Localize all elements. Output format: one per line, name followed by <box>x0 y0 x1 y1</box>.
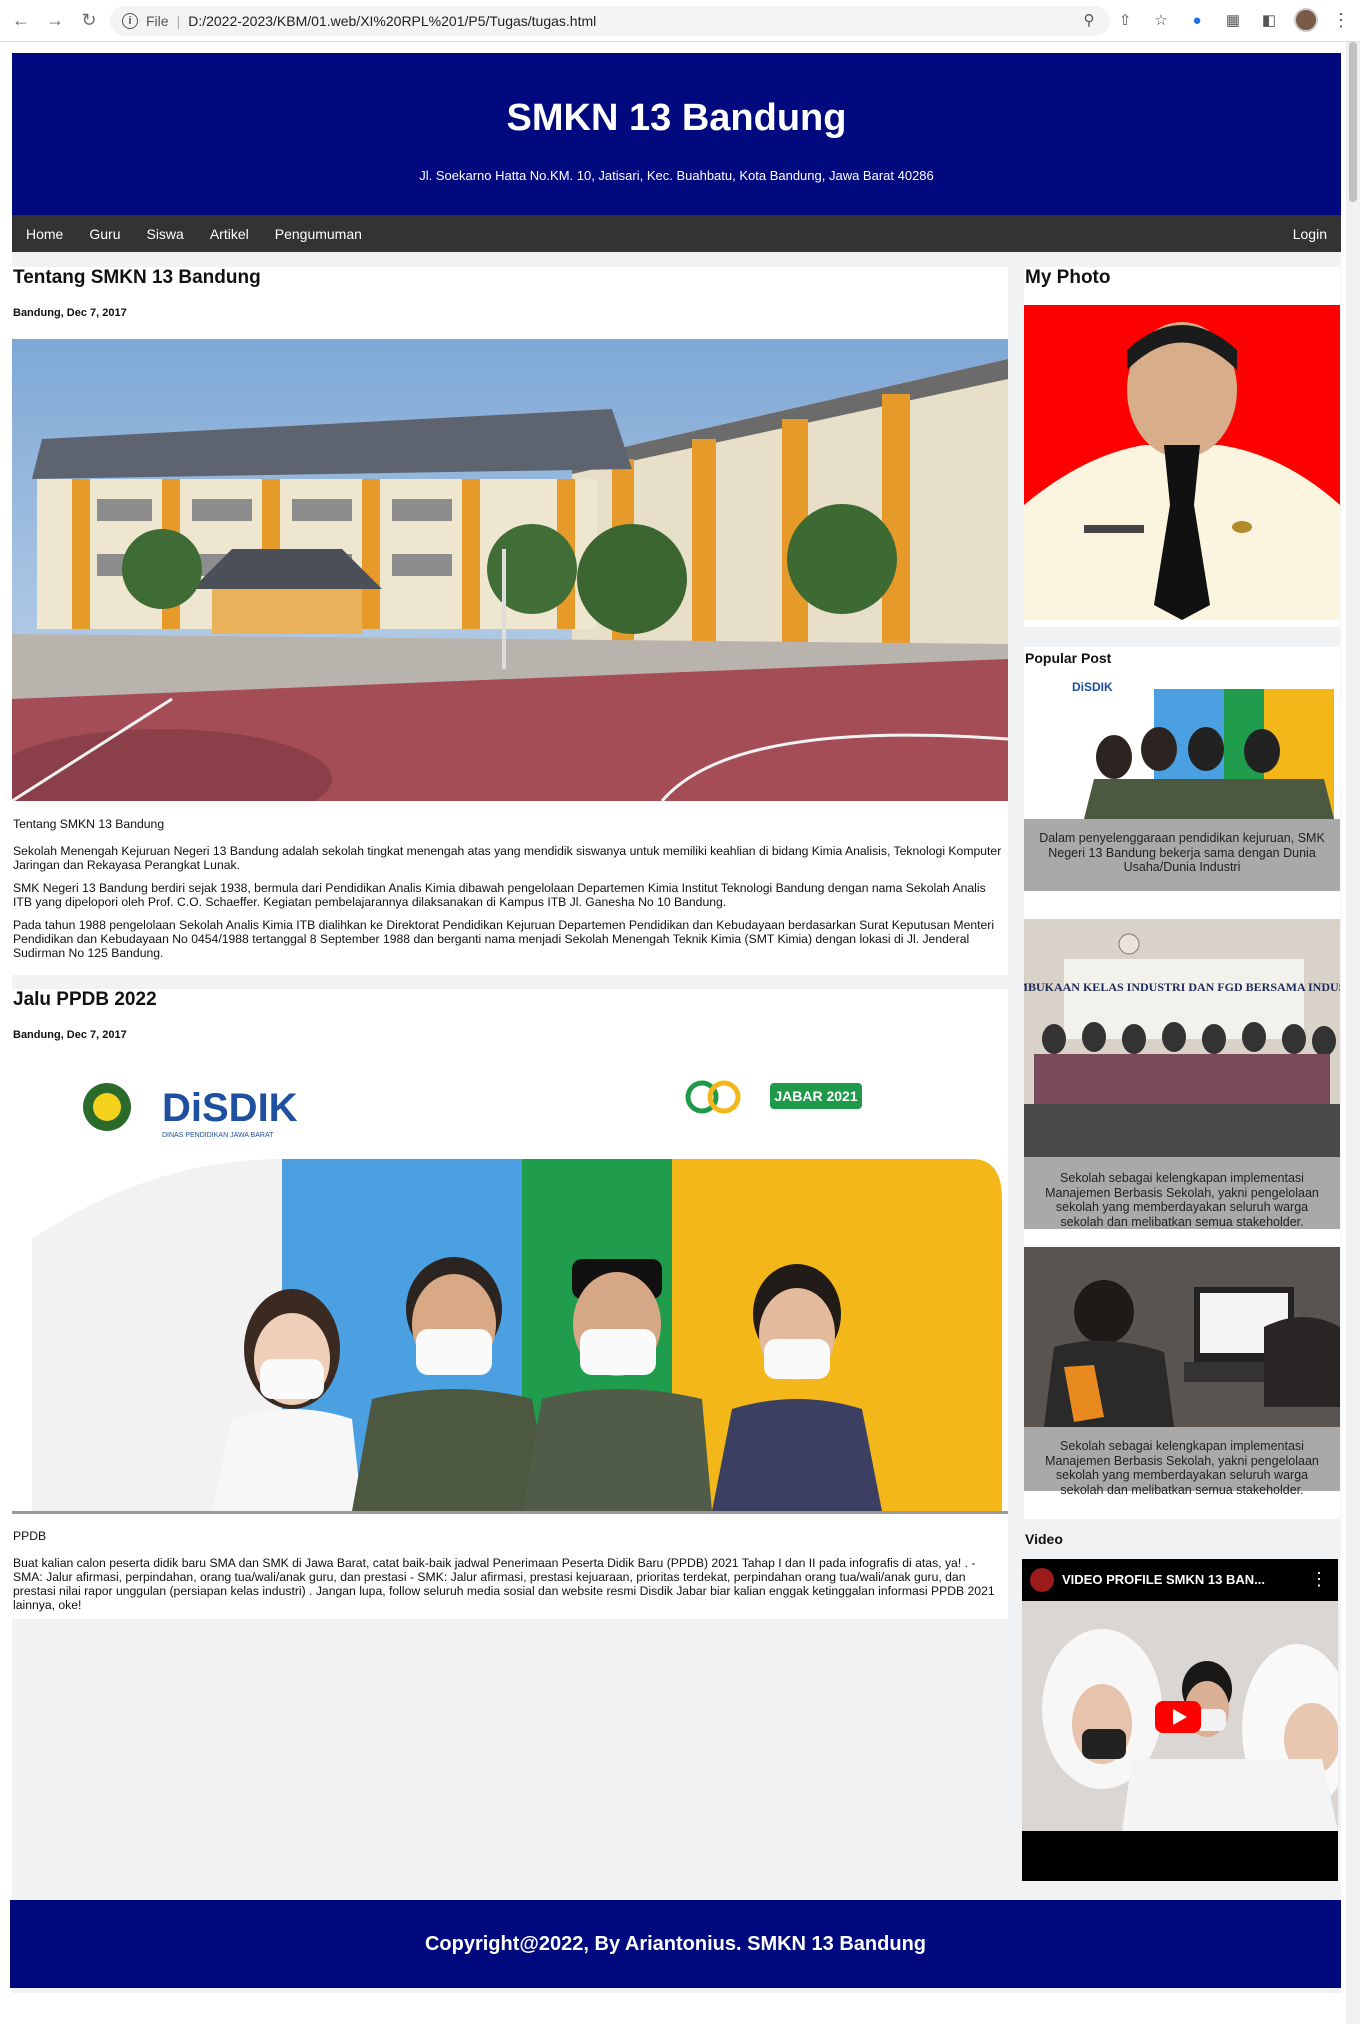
video-play-icon[interactable] <box>1155 1701 1201 1733</box>
nav-artikel[interactable]: Artikel <box>197 226 262 242</box>
url-separator: | <box>176 13 181 29</box>
post-date: Bandung, Dec 7, 2017 <box>13 307 127 319</box>
disdik-logo-text: DiSDIK <box>162 1086 298 1130</box>
post-paragraph: Sekolah Menengah Kejuruan Negeri 13 Band… <box>13 844 1002 872</box>
page-viewport: SMKN 13 Bandung Jl. Soekarno Hatta No.KM… <box>0 42 1360 2024</box>
video-channel-title[interactable]: VIDEO PROFILE SMKN 13 BAN... <box>1062 1572 1265 1587</box>
nav-home[interactable]: Home <box>12 226 76 242</box>
popular-post-image <box>1024 1247 1340 1427</box>
post-body: PPDB Buat kalian calon peserta didik bar… <box>13 1529 1005 1621</box>
nav-guru[interactable]: Guru <box>76 226 133 242</box>
site-header: SMKN 13 Bandung Jl. Soekarno Hatta No.KM… <box>12 53 1341 215</box>
video-title: Video <box>1025 1531 1063 1547</box>
popular-post-caption: Dalam penyelenggaraan pendidikan kejurua… <box>1024 819 1340 891</box>
bookmark-star-icon[interactable]: ☆ <box>1150 9 1172 31</box>
popular-post-image: PEMBUKAAN KELAS INDUSTRI DAN FGD BERSAMA… <box>1024 919 1340 1157</box>
popular-post-caption: Sekolah sebagai kelengkapan implementasi… <box>1024 1157 1340 1229</box>
post-caption: Tentang SMKN 13 Bandung <box>13 817 165 831</box>
browser-menu-icon[interactable]: ⋮ <box>1332 10 1350 31</box>
popular-post-title: Popular Post <box>1025 650 1112 666</box>
disdik-logo-subtext: DINAS PENDIDIKAN JAWA BARAT <box>162 1132 274 1139</box>
ppdb-banner-image: DiSDIK DINAS PENDIDIKAN JAWA BARAT JABAR… <box>12 1059 1008 1511</box>
school-building-photo <box>12 339 1008 801</box>
post-divider <box>12 1511 1008 1514</box>
side-panel-icon[interactable]: ◧ <box>1258 9 1280 31</box>
site-title: SMKN 13 Bandung <box>506 97 847 139</box>
footer-text: Copyright@2022, By Ariantonius. SMKN 13 … <box>424 1932 927 1955</box>
popular-post-image: DiSDIK <box>1024 679 1340 819</box>
site-info-icon[interactable]: i <box>122 13 138 29</box>
browser-toolbar: ← → ↻ i File | D:/2022-2023/KBM/01.web/X… <box>0 0 1360 42</box>
jabar-2021-tag: JABAR 2021 <box>774 1088 857 1104</box>
forward-icon[interactable]: → <box>42 8 68 34</box>
post-caption: PPDB <box>13 1529 47 1543</box>
post-paragraph: SMK Negeri 13 Bandung berdiri sejak 1938… <box>13 881 986 909</box>
zoom-icon[interactable]: ⚲ <box>1078 9 1100 31</box>
share-icon[interactable]: ⇧ <box>1114 9 1136 31</box>
site-footer: Copyright@2022, By Ariantonius. SMKN 13 … <box>10 1900 1341 1988</box>
page-scrollbar[interactable] <box>1346 42 1360 2024</box>
post-title: Jalu PPDB 2022 <box>13 989 157 1010</box>
site-address: Jl. Soekarno Hatta No.KM. 10, Jatisari, … <box>419 168 934 183</box>
profile-photo <box>1024 305 1340 620</box>
my-photo-card: My Photo <box>1024 267 1340 627</box>
post-title: Tentang SMKN 13 Bandung <box>13 267 261 288</box>
popular-post-item[interactable]: Sekolah sebagai kelengkapan implementasi… <box>1024 1247 1340 1497</box>
reload-icon[interactable]: ↻ <box>76 8 102 34</box>
popular-post-item[interactable]: DiSDIK Dalam penyelenggaraan pendidikan … <box>1024 679 1340 891</box>
popular-post-caption: Sekolah sebagai kelengkapan implementasi… <box>1024 1427 1340 1497</box>
nav-login[interactable]: Login <box>1280 226 1341 242</box>
my-photo-title: My Photo <box>1025 267 1111 288</box>
popular-post-item[interactable]: PEMBUKAAN KELAS INDUSTRI DAN FGD BERSAMA… <box>1024 919 1340 1229</box>
nav-pengumuman[interactable]: Pengumuman <box>262 226 375 242</box>
post-body: Tentang SMKN 13 Bandung Sekolah Menengah… <box>13 817 1005 969</box>
back-icon[interactable]: ← <box>8 8 34 34</box>
url-text[interactable]: D:/2022-2023/KBM/01.web/XI%20RPL%201/P5/… <box>188 13 596 29</box>
post-date: Bandung, Dec 7, 2017 <box>13 1029 127 1041</box>
post-card: Tentang SMKN 13 Bandung Bandung, Dec 7, … <box>12 267 1008 975</box>
post-paragraph: Buat kalian calon peserta didik baru SMA… <box>13 1556 995 1612</box>
post-paragraph: Pada tahun 1988 pengelolaan Sekolah Anal… <box>13 918 995 960</box>
url-scheme-label: File <box>146 13 169 29</box>
page-container: SMKN 13 Bandung Jl. Soekarno Hatta No.KM… <box>10 53 1341 1993</box>
nav-siswa[interactable]: Siswa <box>133 226 196 242</box>
event-banner-text: PEMBUKAAN KELAS INDUSTRI DAN FGD BERSAMA… <box>1024 980 1340 994</box>
video-embed[interactable]: VIDEO PROFILE SMKN 13 BAN... ⋮ <box>1022 1559 1338 1881</box>
video-menu-icon[interactable]: ⋮ <box>1310 1569 1328 1590</box>
top-navigation: Home Guru Siswa Artikel Pengumuman Login <box>12 215 1341 252</box>
svg-text:DiSDIK: DiSDIK <box>1072 680 1113 694</box>
profile-avatar[interactable] <box>1294 8 1318 32</box>
extensions-puzzle-icon[interactable]: ▦ <box>1222 9 1244 31</box>
popular-post-card: Popular Post DiSDIK Dalam penyelenggaraa… <box>1024 647 1340 1547</box>
address-bar[interactable]: i File | D:/2022-2023/KBM/01.web/XI%20RP… <box>110 6 1110 36</box>
extension-location-icon[interactable]: ● <box>1186 9 1208 31</box>
post-card: Jalu PPDB 2022 Bandung, Dec 7, 2017 DiSD… <box>12 989 1008 1619</box>
